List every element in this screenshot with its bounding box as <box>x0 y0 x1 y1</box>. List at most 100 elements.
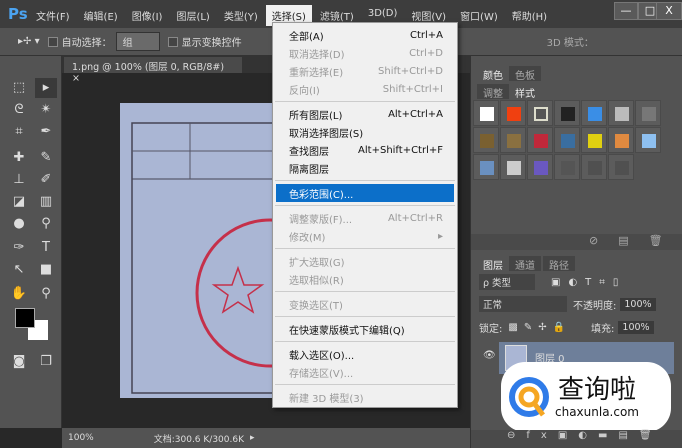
menu-item[interactable]: 调整蒙版(F)... Alt+Ctrl+R <box>273 209 457 227</box>
menu-item[interactable]: 取消选择(D) Ctrl+D <box>273 44 457 62</box>
gradient-tool-icon[interactable]: ▥ <box>35 192 57 212</box>
status-arrow-icon[interactable]: ▸ <box>250 433 255 443</box>
type-tool-icon[interactable]: T <box>35 238 57 258</box>
eyedropper-icon[interactable]: ✒ <box>35 122 57 142</box>
tab-channels[interactable]: 通道 <box>509 256 541 272</box>
delete-style-icon[interactable]: 🗑 <box>649 234 682 247</box>
menu-item[interactable]: 修改(M) ▸ <box>273 227 457 245</box>
style-swatch[interactable] <box>554 154 580 180</box>
tab-paths[interactable]: 路径 <box>543 256 575 272</box>
menu-item[interactable]: 载入选区(O)... <box>273 345 457 363</box>
fill-input[interactable]: 100% <box>618 321 654 334</box>
style-swatch[interactable] <box>473 127 499 153</box>
menu-0[interactable]: 文件(F) <box>30 5 76 26</box>
menu-item[interactable]: 变换选区(T) <box>273 295 457 313</box>
visibility-eye-icon[interactable]: 👁 <box>483 350 496 361</box>
path-select-icon[interactable]: ↖ <box>8 260 30 280</box>
document-tab[interactable]: 1.png @ 100% (图层 0, RGB/8#) × <box>64 57 242 84</box>
style-swatch[interactable] <box>500 127 526 153</box>
blur-tool-icon[interactable]: ● <box>8 214 30 234</box>
dodge-tool-icon[interactable]: ⚲ <box>35 214 57 234</box>
menu-9[interactable]: 窗口(W) <box>454 5 504 26</box>
style-swatch[interactable] <box>581 154 607 180</box>
menu-item-shortcut: Alt+Ctrl+A <box>388 108 443 120</box>
layer-filter-dropdown[interactable]: ρ 类型 <box>479 274 535 290</box>
healing-brush-icon[interactable]: ✚ <box>8 148 30 168</box>
show-transform-checkbox[interactable] <box>167 36 178 47</box>
tab-color[interactable]: 颜色 <box>477 66 509 82</box>
tab-adjustments[interactable]: 调整 <box>477 84 509 100</box>
move-tool-icon[interactable]: ▸ <box>35 78 57 98</box>
menu-1[interactable]: 编辑(E) <box>78 5 124 26</box>
hand-tool-icon[interactable]: ✋ <box>8 284 30 304</box>
style-swatch[interactable] <box>581 100 607 126</box>
style-swatch[interactable] <box>581 127 607 153</box>
style-swatch[interactable] <box>527 100 553 126</box>
eraser-tool-icon[interactable]: ◪ <box>8 192 30 212</box>
document-tab-title: 1.png @ 100% (图层 0, RGB/8#) <box>72 62 225 73</box>
menu-2[interactable]: 图像(I) <box>126 5 169 26</box>
menu-3[interactable]: 图层(L) <box>170 5 215 26</box>
foreground-color-swatch[interactable] <box>15 308 35 328</box>
style-swatch[interactable] <box>608 100 634 126</box>
quick-mask-icon[interactable]: ◙ <box>8 352 30 372</box>
zoom-tool-icon[interactable]: ⚲ <box>35 284 57 304</box>
brush-tool-icon[interactable]: ✎ <box>35 148 57 168</box>
menu-4[interactable]: 类型(Y) <box>218 5 264 26</box>
move-tool-icon[interactable]: ▸✢ ▾ <box>18 36 40 47</box>
menu-item[interactable]: 色彩范围(C)... <box>276 184 454 202</box>
close-button[interactable]: X <box>656 2 682 20</box>
style-swatch[interactable] <box>527 127 553 153</box>
crop-tool-icon[interactable]: ⌗ <box>8 122 30 142</box>
menu-item[interactable]: 存储选区(V)... <box>273 363 457 381</box>
menu-item[interactable]: 新建 3D 模型(3) <box>273 388 457 406</box>
close-tab-icon[interactable]: × <box>72 73 80 84</box>
menu-item[interactable]: 在快速蒙版模式下编辑(Q) <box>273 320 457 338</box>
stamp-tool-icon[interactable]: ⊥ <box>8 170 30 190</box>
menu-item[interactable]: 查找图层 Alt+Shift+Ctrl+F <box>273 141 457 159</box>
screen-mode-icon[interactable]: ❐ <box>35 352 57 372</box>
style-swatch[interactable] <box>500 100 526 126</box>
minimize-button[interactable]: — <box>614 2 638 20</box>
auto-select-checkbox[interactable] <box>47 36 58 47</box>
tab-layers[interactable]: 图层 <box>477 256 509 272</box>
menu-item[interactable]: 所有图层(L) Alt+Ctrl+A <box>273 105 457 123</box>
new-style-icon[interactable]: ▤ <box>618 234 648 247</box>
style-swatch[interactable] <box>635 100 661 126</box>
layer-filter-icons[interactable]: ▣◐T⌗▯ <box>551 277 626 288</box>
opacity-input[interactable]: 100% <box>620 297 656 311</box>
tab-styles[interactable]: 样式 <box>509 84 541 100</box>
lock-icons[interactable]: ▩✎✢🔒 <box>508 322 571 333</box>
style-swatch[interactable] <box>554 100 580 126</box>
lasso-tool-icon[interactable]: ᘓ <box>8 100 30 120</box>
menu-item[interactable]: 重新选择(E) Shift+Ctrl+D <box>273 62 457 80</box>
menu-item[interactable]: 隔离图层 <box>273 159 457 177</box>
shape-tool-icon[interactable]: ■ <box>35 260 57 280</box>
style-swatch[interactable] <box>608 127 634 153</box>
pen-tool-icon[interactable]: ✑ <box>8 238 30 258</box>
menu-item-label: 隔离图层 <box>289 164 329 176</box>
layers-footer[interactable]: ⊖fx▣◐▬▤🗑 <box>471 430 682 448</box>
menu-item[interactable]: 选取相似(R) <box>273 270 457 288</box>
style-swatch[interactable] <box>635 127 661 153</box>
clear-style-icon[interactable]: ⊘ <box>589 234 618 247</box>
zoom-level[interactable]: 100% <box>68 433 94 443</box>
marquee-tool-icon[interactable]: ⬚ <box>8 78 30 98</box>
tools-panel: ⬚ ▸ ᘓ ✴ ⌗ ✒ ✚ ✎ ⊥ ✐ ◪ ▥ ● ⚲ ✑ T ↖ ■ ✋ ⚲ … <box>0 56 62 428</box>
history-brush-icon[interactable]: ✐ <box>35 170 57 190</box>
style-swatch[interactable] <box>608 154 634 180</box>
style-swatch[interactable] <box>473 100 499 126</box>
menu-item[interactable]: 取消选择图层(S) <box>273 123 457 141</box>
style-swatch[interactable] <box>500 154 526 180</box>
menu-item[interactable]: 全部(A) Ctrl+A <box>273 26 457 44</box>
style-swatch[interactable] <box>554 127 580 153</box>
blend-mode-dropdown[interactable]: 正常 <box>479 296 567 312</box>
menu-10[interactable]: 帮助(H) <box>506 5 553 26</box>
auto-select-dropdown[interactable]: 组 <box>115 32 160 51</box>
style-swatch[interactable] <box>527 154 553 180</box>
menu-item[interactable]: 扩大选取(G) <box>273 252 457 270</box>
tab-swatches[interactable]: 色板 <box>509 66 541 82</box>
style-swatch[interactable] <box>473 154 499 180</box>
menu-item[interactable]: 反向(I) Shift+Ctrl+I <box>273 80 457 98</box>
magic-wand-icon[interactable]: ✴ <box>35 100 57 120</box>
